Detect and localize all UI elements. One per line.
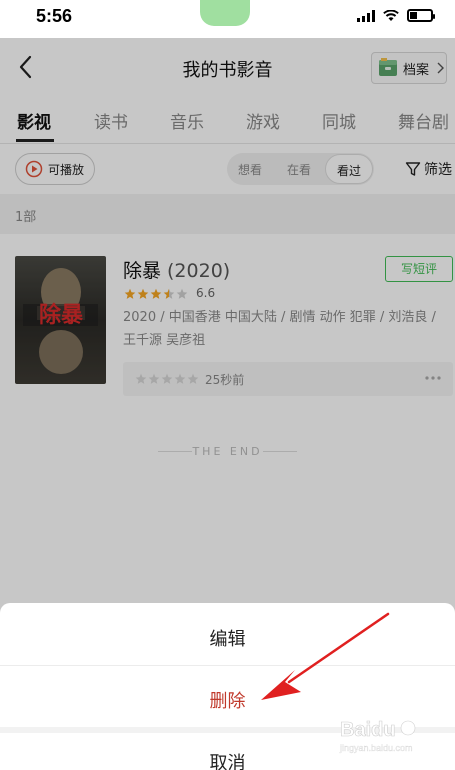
signal-icon bbox=[357, 9, 375, 22]
status-time: 5:56 bbox=[36, 6, 73, 26]
status-indicator bbox=[200, 0, 250, 26]
wifi-icon bbox=[383, 9, 399, 21]
battery-icon bbox=[407, 9, 435, 22]
baidu-watermark-logo: Baidu jingyan.baidu.com bbox=[339, 719, 416, 753]
watermark-brand: Baidu bbox=[340, 719, 396, 741]
watermark-url: jingyan.baidu.com bbox=[339, 743, 413, 753]
annotation-arrow-icon bbox=[261, 612, 390, 700]
status-bar: 5:56 bbox=[0, 0, 455, 38]
status-icons bbox=[357, 9, 435, 22]
